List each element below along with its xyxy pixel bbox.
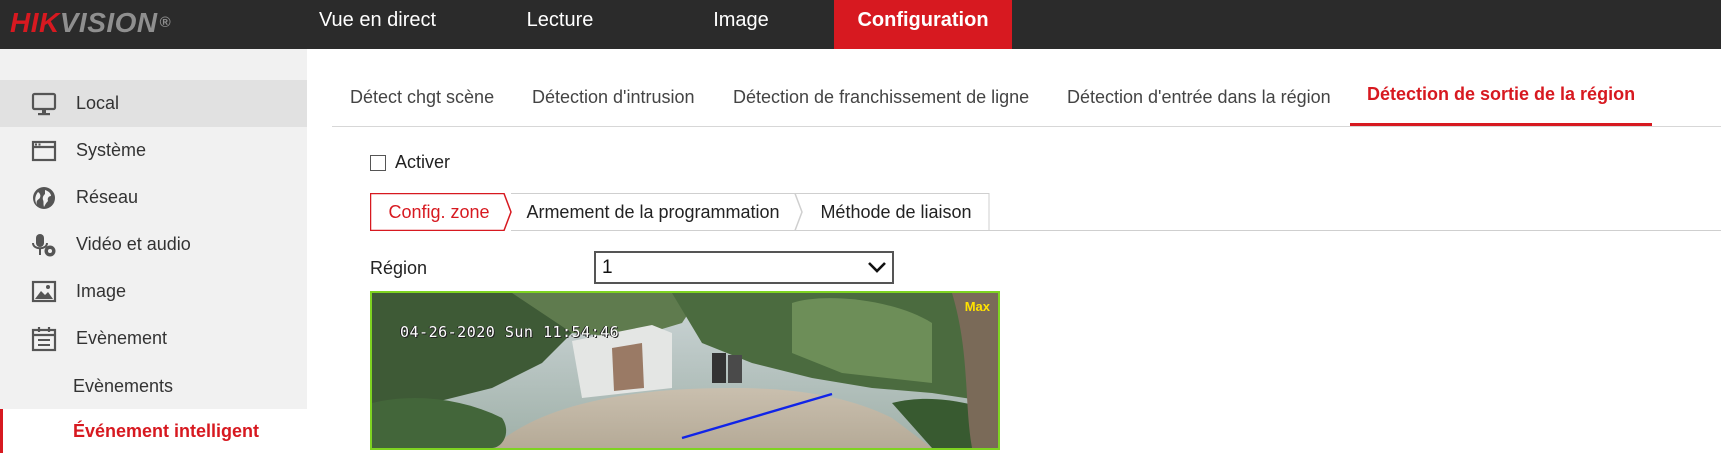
sidebar-item-event[interactable]: Evènement <box>0 315 307 362</box>
window-icon <box>30 138 58 164</box>
sidebar-item-label: Système <box>76 140 147 160</box>
subtab-zone-config[interactable]: Config. zone <box>370 193 508 231</box>
sidebar-item-label: Local <box>76 93 120 113</box>
tab-line-crossing[interactable]: Détection de franchissement de ligne <box>733 72 1029 126</box>
sidebar-subitem-events[interactable]: Evènements <box>0 364 307 408</box>
region-select-value: 1 <box>602 257 613 278</box>
sidebar-item-video-audio[interactable]: Vidéo et audio <box>0 221 307 268</box>
maximize-button[interactable]: Max <box>965 299 990 314</box>
microphone-icon <box>30 232 58 258</box>
camera-scene <box>372 293 998 448</box>
sidebar-item-image[interactable]: Image <box>0 268 307 315</box>
logo-part-vision: VISION <box>59 7 158 38</box>
picture-icon <box>30 279 58 305</box>
config-subtabs: Config. zone Armement de la programmatio… <box>370 193 1721 231</box>
sidebar-item-label: Vidéo et audio <box>76 234 191 254</box>
globe-icon <box>30 185 58 211</box>
sidebar-subitem-smart-event[interactable]: Événement intelligent <box>0 409 307 453</box>
tab-region-entrance[interactable]: Détection d'entrée dans la région <box>1067 72 1331 126</box>
sidebar-item-label: Evènement <box>76 328 168 348</box>
region-label: Région <box>370 258 428 278</box>
sidebar-item-local[interactable]: Local <box>0 80 307 127</box>
calendar-icon <box>30 326 58 352</box>
sidebar-item-label: Image <box>76 281 127 301</box>
nav-live-view[interactable]: Vue en direct <box>305 0 450 49</box>
osd-timestamp: 04-26-2020 Sun 11:54:46 <box>400 323 620 341</box>
sidebar-item-system[interactable]: Système <box>0 127 307 174</box>
tab-scene-change[interactable]: Détect chgt scène <box>350 72 494 126</box>
enable-checkbox[interactable] <box>370 155 386 171</box>
sidebar-subitem-label: Événement intelligent <box>73 421 260 441</box>
logo-registered-mark: ® <box>159 14 172 31</box>
sidebar-subitem-label: Evènements <box>73 376 174 396</box>
sidebar-item-network[interactable]: Réseau <box>0 174 307 221</box>
tab-intrusion[interactable]: Détection d'intrusion <box>532 72 695 126</box>
top-navigation-bar: HIKVISION ® Vue en direct Lecture Image C… <box>0 0 1721 49</box>
video-preview[interactable]: 04-26-2020 Sun 11:54:46 Max <box>370 291 1000 450</box>
subtabs-divider <box>989 230 1721 231</box>
tab-region-exiting[interactable]: Détection de sortie de la région <box>1349 72 1653 126</box>
detection-tabs: Détect chgt scène Détection d'intrusion … <box>332 72 1721 127</box>
nav-configuration[interactable]: Configuration <box>834 0 1012 49</box>
subtab-arming-schedule[interactable]: Armement de la programmation <box>516 193 790 231</box>
monitor-icon <box>30 91 58 117</box>
nav-playback[interactable]: Lecture <box>490 0 630 49</box>
logo-part-hik: HIK <box>10 7 60 38</box>
region-select[interactable]: 1 <box>594 251 894 284</box>
enable-label: Activer <box>395 152 451 172</box>
subtab-linkage-method[interactable]: Méthode de liaison <box>806 193 986 231</box>
sidebar-item-label: Réseau <box>76 187 139 207</box>
nav-image[interactable]: Image <box>690 0 792 49</box>
chevron-down-icon <box>867 259 887 275</box>
hikvision-logo: HIKVISION ® <box>10 5 171 41</box>
sidebar: Local Système Réseau Vidéo et audio Imag… <box>0 49 307 453</box>
